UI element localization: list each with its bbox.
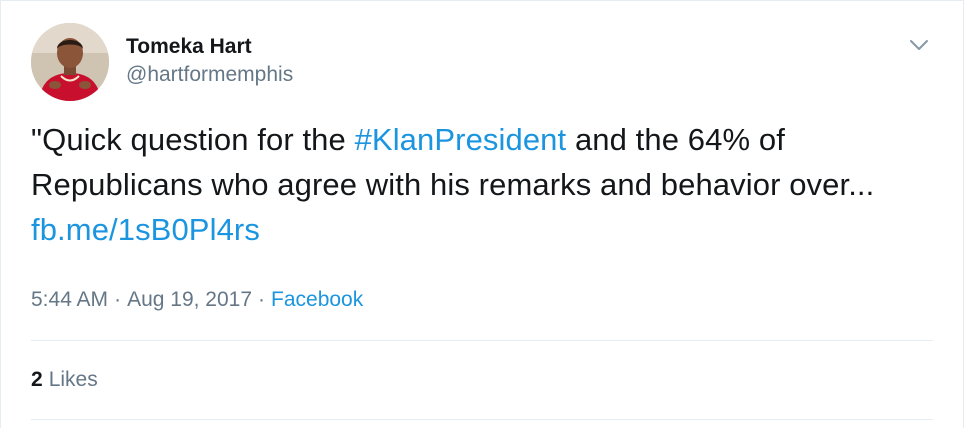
hashtag-link[interactable]: #KlanPresident [355, 122, 567, 157]
likes-label: Likes [48, 368, 98, 391]
tweet-card: Tomeka Hart @hartformemphis "Quick quest… [0, 0, 964, 428]
tweet-date[interactable]: Aug 19, 2017 [127, 288, 252, 311]
tweet-meta: 5:44 AM · Aug 19, 2017 · Facebook [31, 287, 363, 313]
tweet-text-part1: "Quick question for the [31, 122, 355, 157]
tweet-time[interactable]: 5:44 AM [31, 288, 108, 311]
tweet-source-link[interactable]: Facebook [271, 288, 363, 311]
meta-separator: · [114, 288, 122, 311]
divider [31, 419, 933, 420]
tweet-header: Tomeka Hart @hartformemphis [31, 23, 933, 103]
user-handle[interactable]: @hartformemphis [126, 62, 293, 88]
external-link[interactable]: fb.me/1sB0Pl4rs [31, 212, 260, 247]
tweet-menu-button[interactable] [907, 33, 931, 57]
divider [31, 340, 933, 341]
profile-photo-icon [31, 23, 109, 101]
likes-stat[interactable]: 2 Likes [31, 367, 98, 393]
display-name[interactable]: Tomeka Hart [126, 34, 293, 60]
tweet-text: "Quick question for the #KlanPresident a… [31, 117, 941, 252]
user-names: Tomeka Hart @hartformemphis [126, 34, 293, 88]
chevron-down-icon [910, 40, 928, 50]
meta-separator: · [258, 288, 266, 311]
likes-count: 2 [31, 368, 43, 391]
avatar[interactable] [31, 23, 109, 101]
